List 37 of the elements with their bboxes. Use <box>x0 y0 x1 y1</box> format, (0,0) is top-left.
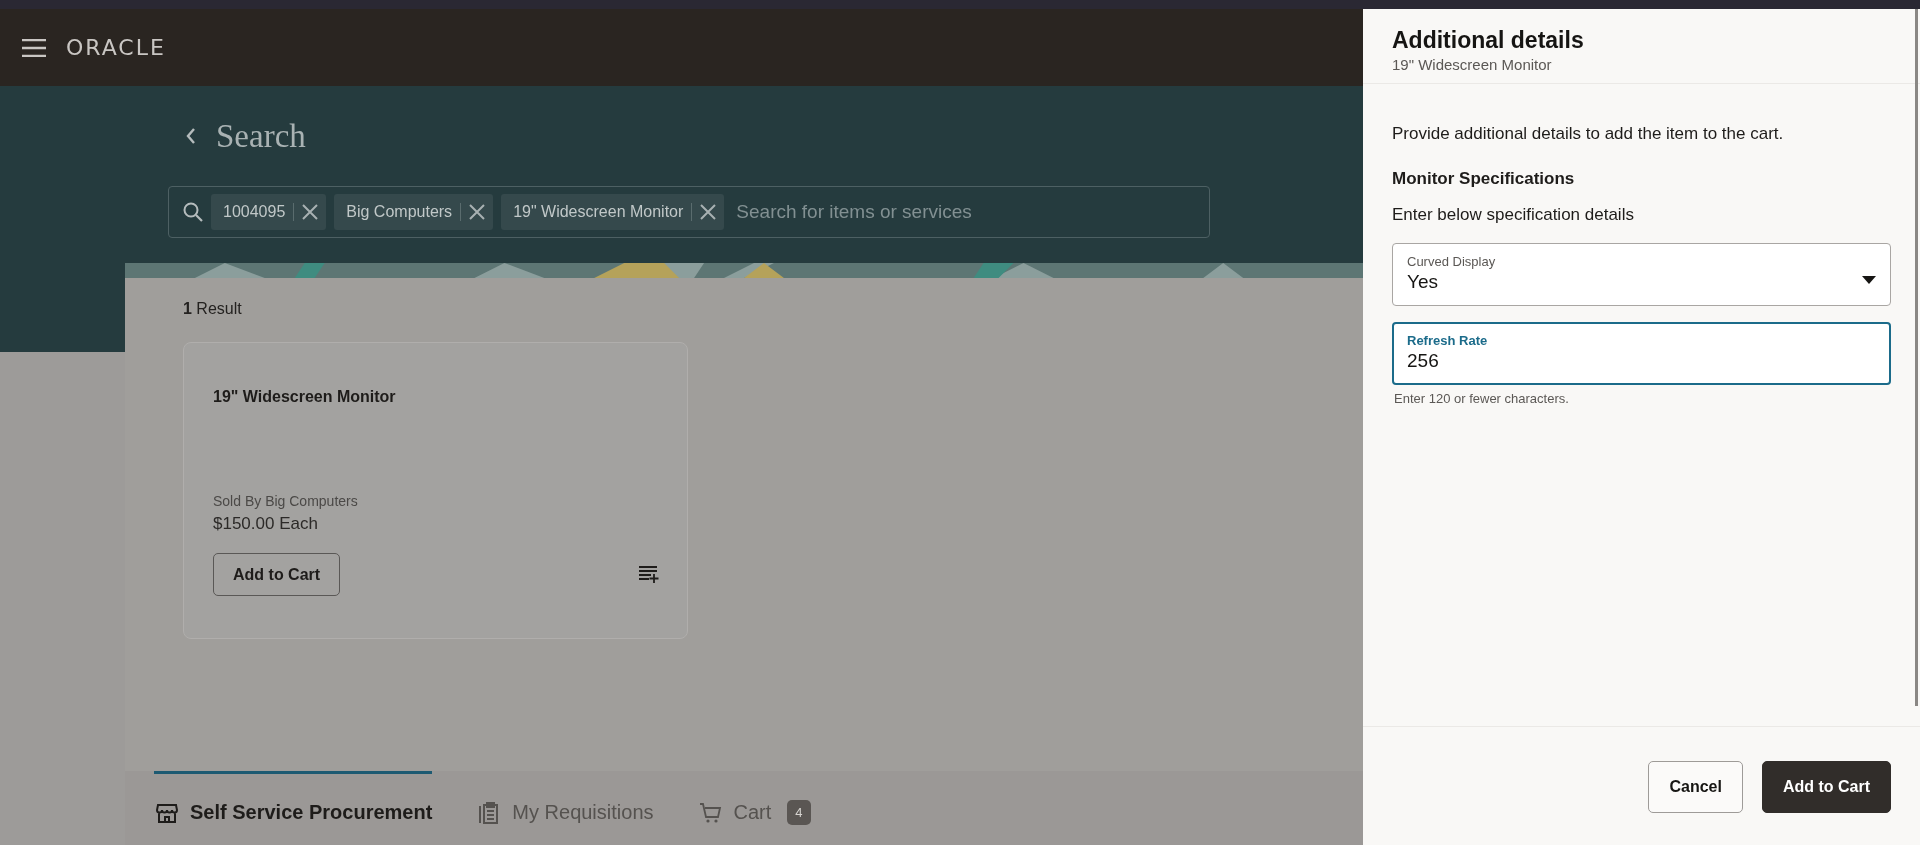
menu-icon[interactable] <box>22 38 46 57</box>
search-field[interactable]: 1004095 Big Computers 19" Widescreen Monitor Search for items or services <box>168 186 1210 238</box>
close-icon[interactable] <box>302 204 319 220</box>
chip-label: 1004095 <box>223 203 286 221</box>
dropdown-caret-icon <box>1862 275 1876 284</box>
nav-tab[interactable]: Self Service Procurement <box>154 771 433 845</box>
chip-label: Big Computers <box>346 203 453 221</box>
section-title: Monitor Specifications <box>1392 169 1576 189</box>
search-placeholder: Search for items or services <box>736 201 972 223</box>
add-to-list-icon[interactable] <box>639 566 659 583</box>
search-icon <box>183 202 203 222</box>
select-field[interactable]: Curved Display Yes <box>1392 243 1891 306</box>
intro-text: Provide additional details to add the item to the cart. <box>1392 124 1785 144</box>
section-text: Enter below specification details <box>1392 205 1635 225</box>
count-badge: 4 <box>787 800 811 825</box>
chip-label: 19" Widescreen Monitor <box>513 203 684 221</box>
nav-tab[interactable]: Cart 4 <box>697 771 811 845</box>
close-icon[interactable] <box>469 204 486 220</box>
add-to-cart-button[interactable]: Add to Cart <box>1761 761 1891 813</box>
drawer-subtitle: 19" Widescreen Monitor <box>1392 56 1553 73</box>
drawer-title: Additional details <box>1392 27 1585 54</box>
helper-text: Enter 120 or fewer characters. <box>1393 391 1570 406</box>
price-text: $150.00 Each <box>213 514 319 534</box>
back-chevron-icon[interactable] <box>186 128 196 144</box>
cart-icon <box>697 800 724 825</box>
filter-chip[interactable]: 19" Widescreen Monitor <box>501 194 725 230</box>
close-icon[interactable] <box>700 204 717 220</box>
add-to-cart-button[interactable]: Add to Cart <box>213 553 341 596</box>
page-title: Search <box>216 117 306 155</box>
brand-logo[interactable]: ORACLE <box>66 35 166 60</box>
product-title[interactable]: 19" Widescreen Monitor <box>213 388 659 406</box>
filter-chip[interactable]: Big Computers <box>334 194 494 230</box>
seller-text: Sold By Big Computers <box>213 493 359 509</box>
input-field[interactable]: Refresh Rate 256 <box>1392 322 1891 385</box>
result-count: 1 Result <box>183 300 243 318</box>
cancel-button[interactable]: Cancel <box>1648 761 1743 813</box>
filter-chip[interactable]: 1004095 <box>211 194 327 230</box>
